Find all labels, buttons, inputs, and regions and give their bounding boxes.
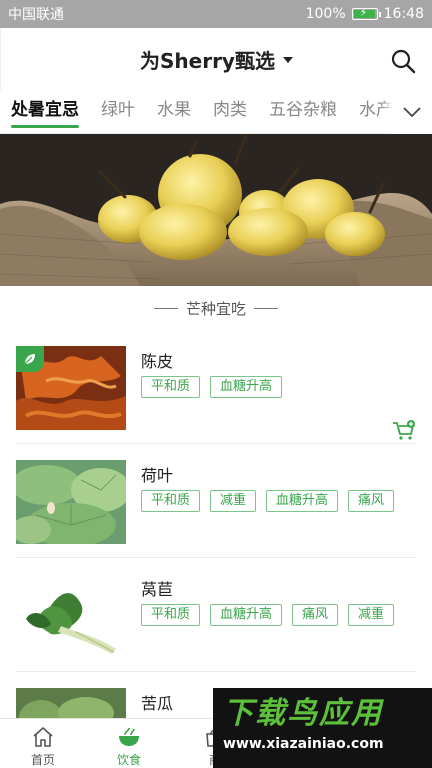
carrier-label: 中国联通 [8, 7, 64, 23]
chevron-down-icon [403, 107, 421, 118]
tag: 血糖升高 [210, 604, 283, 626]
status-bar: 中国联通 100% ⚡ 16:48 [0, 0, 432, 28]
status-right: 100% ⚡ 16:48 [306, 6, 424, 22]
tab-category[interactable]: 水果 [146, 90, 202, 133]
selector-dropdown[interactable]: 为Sherry甄选 [140, 45, 293, 74]
nav-label: 首页 [30, 753, 55, 767]
divider-right [254, 307, 278, 309]
tag: 减重 [210, 490, 257, 512]
banner-image-pears[interactable] [0, 134, 432, 286]
tag: 平和质 [141, 490, 201, 512]
tag-list: 平和质 减重 血糖升高 痛风 [141, 490, 395, 512]
nav-item-diet[interactable]: 饮食 [86, 719, 172, 768]
expand-tabs-button[interactable] [392, 90, 432, 134]
lettuce-image [16, 574, 126, 658]
section-heading: 芒种宜吃 [0, 296, 432, 320]
leaf-badge-icon [16, 346, 44, 372]
watermark-logo: 下载鸟应用 www.xiazainiao.com [213, 688, 432, 768]
food-name: 苦瓜 [141, 694, 174, 713]
tab-category[interactable]: 处暑宜忌 [0, 90, 90, 133]
caret-down-icon [282, 57, 293, 63]
list-item[interactable]: 莴苣 平和质 血糖升高 痛风 减重 [0, 558, 432, 672]
app-header: 为Sherry甄选 [0, 28, 432, 90]
nav-label: 饮食 [116, 753, 141, 767]
food-thumbnail [16, 346, 126, 430]
tag: 减重 [348, 604, 395, 626]
list-item[interactable]: 陈皮 平和质 血糖升高 [0, 330, 432, 444]
tag: 平和质 [141, 604, 201, 626]
battery-icon: ⚡ [351, 6, 381, 20]
lotus-leaf-image [16, 460, 126, 544]
battery-percent: 100% [305, 6, 346, 22]
divider-left [153, 307, 178, 309]
category-tabs: 处暑宜忌 绿叶 水果 肉类 五谷杂粮 水产 [0, 90, 432, 134]
nav-item-home[interactable]: 首页 [0, 719, 86, 768]
page-title: 为Sherry甄选 [140, 48, 275, 73]
charging-icon: ⚡ [359, 6, 368, 19]
food-thumbnail [16, 574, 126, 658]
food-thumbnail [16, 460, 126, 544]
tag: 血糖升高 [210, 376, 283, 398]
pears-illustration [0, 134, 432, 286]
tab-category[interactable]: 五谷杂粮 [258, 90, 348, 133]
food-name: 莴苣 [141, 580, 174, 599]
list-item[interactable]: 荷叶 平和质 减重 血糖升高 痛风 [0, 444, 432, 558]
food-name: 陈皮 [141, 352, 174, 371]
time-label: 16:48 [383, 6, 424, 22]
home-icon [33, 727, 53, 747]
bowl-icon [119, 727, 139, 746]
tab-category[interactable]: 绿叶 [90, 90, 146, 133]
tag: 痛风 [292, 604, 339, 626]
section-title: 芒种宜吃 [185, 299, 246, 318]
tag: 痛风 [348, 490, 395, 512]
food-name: 荷叶 [141, 466, 174, 485]
search-icon[interactable] [390, 48, 416, 74]
tag-list: 平和质 血糖升高 痛风 减重 [141, 604, 395, 626]
watermark-url: www.xiazainiao.com [223, 736, 384, 752]
watermark-title: 下载鸟应用 [223, 696, 383, 731]
tab-category[interactable]: 肉类 [202, 90, 258, 133]
tag: 血糖升高 [266, 490, 339, 512]
tag: 平和质 [141, 376, 201, 398]
tag-list: 平和质 血糖升高 [141, 376, 283, 398]
add-to-cart-icon[interactable] [392, 420, 416, 442]
